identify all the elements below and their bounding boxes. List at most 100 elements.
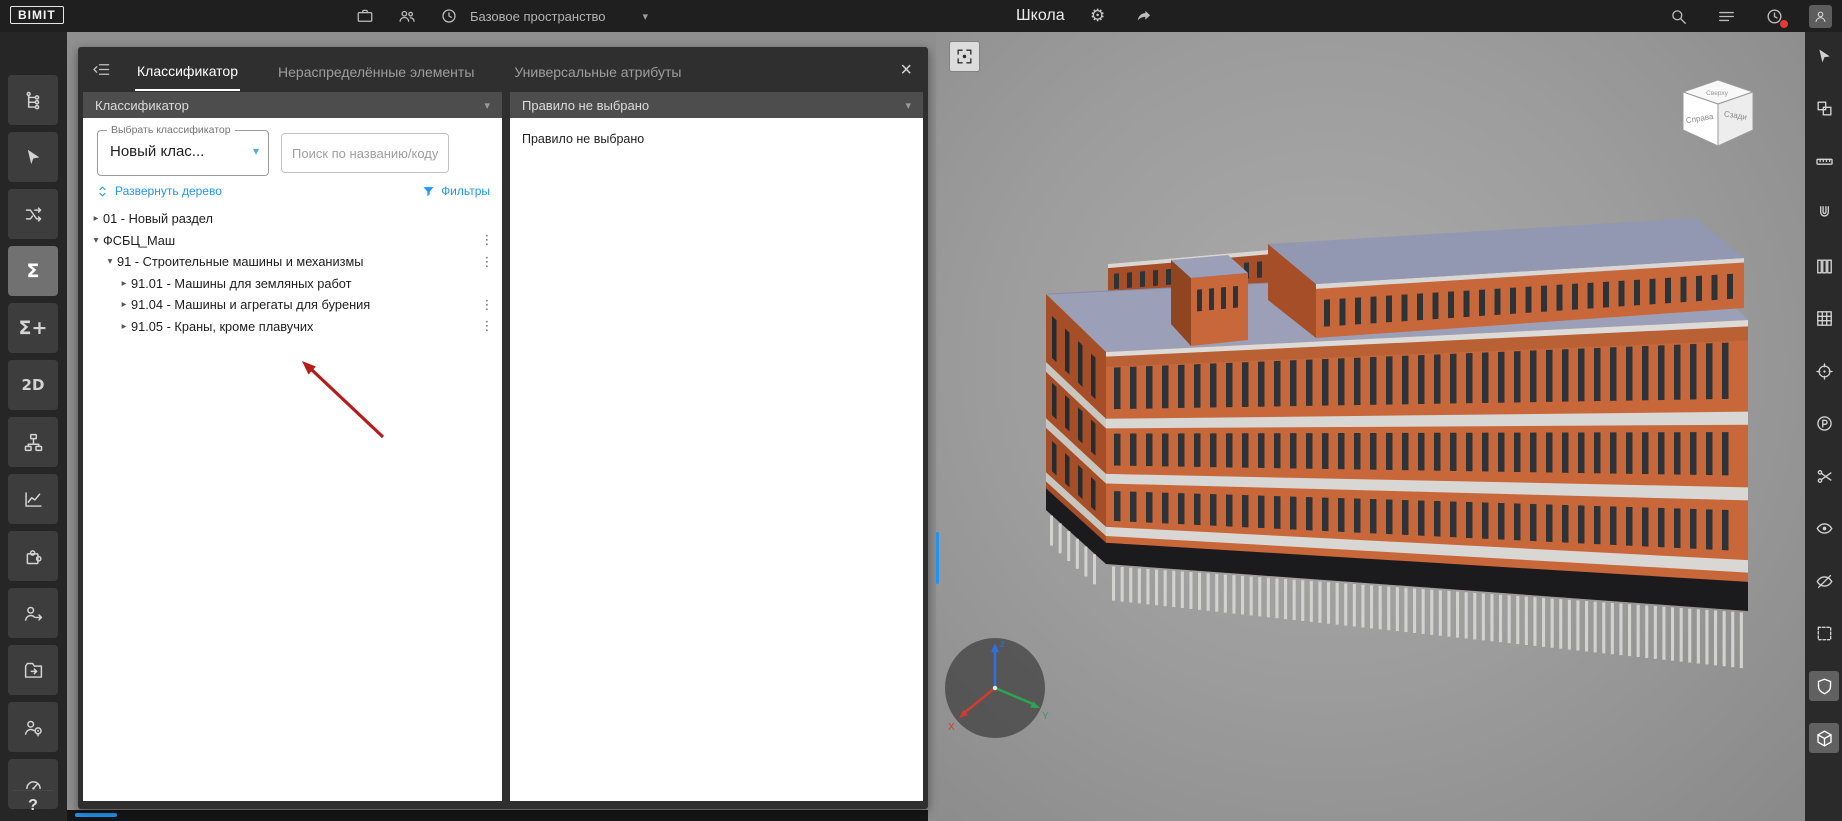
classifier-select[interactable]: Выбрать классификатор Новый клас... ▾ [97,124,269,176]
kebab-menu-icon[interactable]: ⋮ [480,297,494,313]
rule-status-text: Правило не выбрано [522,132,645,146]
classifier-header-label: Классификатор [95,97,189,113]
toolbar-parking-button[interactable] [1809,408,1839,438]
topbar-right-tools [1665,0,1832,32]
classifier-panel: Классификатор Нераспределённые элементы … [78,47,928,809]
settings-gear-icon[interactable]: ⚙ [1085,3,1111,29]
expand-collapse-icon [95,184,110,199]
workspace-select-value: Базовое пространство [470,8,606,24]
expand-arrow-icon[interactable]: ▸ [89,213,103,224]
shield-icon [1815,677,1834,696]
sidebar-item-team[interactable] [8,588,58,638]
classifier-select-label: Выбрать классификатор [107,124,235,136]
classifier-column-header[interactable]: Классификатор ▾ [83,92,502,118]
toolbar-layers-button[interactable] [1809,93,1839,123]
horizontal-scrollbar-thumb[interactable] [75,813,117,817]
toolbar-measure-button[interactable] [1809,146,1839,176]
grid-icon [1815,309,1834,328]
expand-arrow-icon[interactable]: ▸ [117,278,131,289]
sidebar-item-connections[interactable] [8,189,58,239]
tree-item-label: 91.01 - Машины для земляных работ [131,275,352,291]
rule-column: Правило не выбрано ▾ Правило не выбрано [510,92,923,801]
tab-classifier[interactable]: Классификатор [135,49,241,91]
tab-unassigned-elements[interactable]: Нераспределённые элементы [276,50,476,90]
share-icon[interactable] [1131,3,1157,29]
sidebar-item-select-cursor[interactable] [8,132,58,182]
rule-column-header[interactable]: Правило не выбрано ▾ [510,92,923,118]
toolbar-hide-button[interactable] [1809,566,1839,596]
expand-arrow-icon[interactable]: ▸ [117,299,131,310]
toolbar-orbit-cube-button[interactable] [1809,723,1839,753]
project-briefcase-icon[interactable] [352,3,378,29]
target-icon [1815,362,1834,381]
sidebar-item-drawings-2d[interactable]: 2D [8,360,58,410]
toolbar-magnet-button[interactable] [1809,198,1839,228]
cursor-icon [23,147,44,168]
history-clock-icon[interactable] [436,3,462,29]
rule-header-label: Правило не выбрано [522,97,650,113]
expand-arrow-icon[interactable]: ▾ [103,256,117,267]
collaboration-users-icon[interactable] [394,3,420,29]
gizmo-z-label: z [1000,639,1005,650]
columns-icon [1815,257,1834,276]
zoom-fit-button[interactable] [949,41,980,72]
collapse-panel-icon[interactable] [92,60,111,79]
tree-item[interactable]: ▸ 91.01 - Машины для земляных работ [83,273,502,295]
tree-item-label: 91 - Строительные машины и механизмы [117,254,364,270]
navigation-gizmo[interactable]: z X Y [940,633,1058,743]
horizontal-scrollbar-track [67,810,928,821]
classifier-column-body: Выбрать классификатор Новый клас... ▾ Ра… [83,118,502,801]
app-logo: BIMIT [10,6,64,24]
account-status-icon[interactable] [1761,3,1789,29]
sidebar-item-model-tree[interactable] [8,75,58,125]
menu-list-icon[interactable] [1713,3,1739,29]
toolbar-target-button[interactable] [1809,356,1839,386]
sidebar-item-export-model[interactable] [8,645,58,695]
sidebar-item-structure[interactable] [8,417,58,467]
tab-universal-attributes[interactable]: Универсальные атрибуты [512,50,683,90]
panel-resize-handle[interactable] [936,532,939,584]
toolbar-section-button[interactable] [1809,461,1839,491]
toolbar-frame-button[interactable] [1809,618,1839,648]
filter-icon [421,184,436,199]
rule-column-body: Правило не выбрано [510,118,923,801]
chevron-down-icon: ▾ [484,99,490,112]
search-icon[interactable] [1665,3,1691,29]
tree-icon [23,90,44,111]
expand-tree-link[interactable]: Развернуть дерево [95,184,222,199]
sidebar-item-quantities-add[interactable]: Σ+ [8,303,58,353]
search-input[interactable] [281,133,449,173]
user-avatar[interactable] [1809,4,1832,28]
toolbar-grid-button[interactable] [1809,303,1839,333]
tree-item[interactable]: ▸ 91.04 - Машины и агрегаты для бурения … [83,294,502,316]
view-cube[interactable]: Сверху Справа Сзади [1663,68,1773,160]
filters-link[interactable]: Фильтры [421,184,490,199]
sidebar-item-charts[interactable] [8,474,58,524]
viewport-3d[interactable]: Сверху Справа Сзади z X Y [936,32,1805,821]
notification-badge [1779,19,1789,29]
tree-item[interactable]: ▸ 01 - Новый раздел [83,208,502,230]
toolbar-pointer-button[interactable] [1809,41,1839,71]
puzzle-icon [23,546,44,567]
kebab-menu-icon[interactable]: ⋮ [480,318,494,334]
selection-frame-icon [1815,624,1834,643]
help-button[interactable]: ? [13,790,53,815]
kebab-menu-icon[interactable]: ⋮ [480,232,494,248]
topbar-left-tools [352,0,462,32]
workspace-select[interactable]: Базовое пространство ▾ [470,0,648,32]
kebab-menu-icon[interactable]: ⋮ [480,254,494,270]
sidebar-item-plugins[interactable] [8,531,58,581]
sidebar-item-user-location[interactable] [8,702,58,752]
sidebar-item-quantities[interactable]: Σ [8,246,58,296]
tree-item[interactable]: ▾ ФСБЦ_Маш ⋮ [83,230,502,252]
left-sidebar: Σ Σ+ 2D ? [0,32,67,821]
toolbar-columns-button[interactable] [1809,251,1839,281]
toolbar-show-button[interactable] [1809,513,1839,543]
close-icon[interactable]: × [900,60,912,80]
focus-corners-icon [955,47,974,66]
tree-item[interactable]: ▾ 91 - Строительные машины и механизмы ⋮ [83,251,502,273]
tree-item[interactable]: ▸ 91.05 - Краны, кроме плавучих ⋮ [83,316,502,338]
toolbar-filter-shield-button[interactable] [1809,671,1839,701]
expand-arrow-icon[interactable]: ▾ [89,235,103,246]
expand-arrow-icon[interactable]: ▸ [117,321,131,332]
